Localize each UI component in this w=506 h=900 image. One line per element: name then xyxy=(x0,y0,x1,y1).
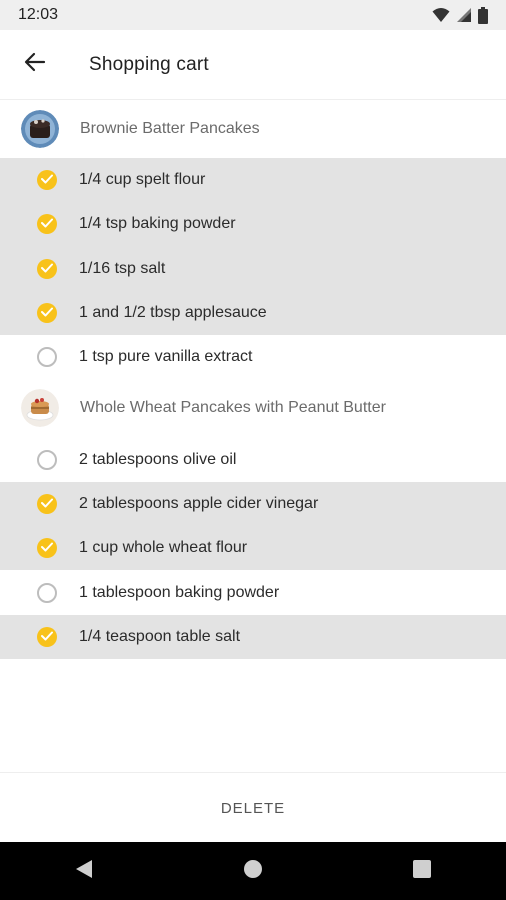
ingredient-row[interactable]: 1/4 cup spelt flour xyxy=(0,158,506,203)
peanut-butter-pancake-photo xyxy=(21,389,59,428)
ingredient-row[interactable]: 1/4 tsp baking powder xyxy=(0,202,506,247)
ingredient-label: 1 cup whole wheat flour xyxy=(79,539,248,557)
check-icon xyxy=(41,539,53,557)
ingredient-row[interactable]: 1 and 1/2 tbsp applesauce xyxy=(0,290,506,336)
ingredient-label: 2 tablespoons olive oil xyxy=(79,450,237,468)
checkbox-checked[interactable] xyxy=(37,214,57,235)
recipe-title: Whole Wheat Pancakes with Peanut Butter xyxy=(80,399,386,417)
ingredient-label: 1 tsp pure vanilla extract xyxy=(79,348,253,366)
checkbox-checked[interactable] xyxy=(37,493,57,514)
back-button[interactable] xyxy=(0,30,70,100)
nav-back-icon xyxy=(74,858,94,885)
recipe-header[interactable]: Whole Wheat Pancakes with Peanut Butter xyxy=(0,379,506,438)
checkbox-checked[interactable] xyxy=(37,303,57,324)
nav-back-button[interactable] xyxy=(54,846,114,896)
ingredient-label: 1/16 tsp salt xyxy=(79,259,166,277)
ingredient-row[interactable]: 1/16 tsp salt xyxy=(0,246,506,291)
ingredient-label: 1/4 teaspoon table salt xyxy=(79,627,241,645)
system-nav-bar xyxy=(0,842,506,900)
ingredient-label: 1/4 tsp baking powder xyxy=(79,215,236,233)
ingredient-label: 2 tablespoons apple cider vinegar xyxy=(79,494,319,512)
bottom-action-bar: DELETE xyxy=(0,772,506,843)
checkbox-checked[interactable] xyxy=(37,538,57,559)
page-title: Shopping cart xyxy=(89,53,209,75)
ingredient-label: 1/4 cup spelt flour xyxy=(79,171,206,189)
checkbox-checked[interactable] xyxy=(37,626,57,647)
recipe-header[interactable]: Brownie Batter Pancakes xyxy=(0,100,506,158)
brownie-pancake-photo xyxy=(21,110,59,148)
ingredient-row[interactable]: 1 cup whole wheat flour xyxy=(0,526,506,571)
cart-list: Brownie Batter Pancakes 1/4 cup spelt fl… xyxy=(0,100,506,659)
check-icon xyxy=(41,628,53,646)
check-icon xyxy=(41,260,53,278)
checkbox-unchecked[interactable] xyxy=(37,449,57,470)
app-bar: Shopping cart xyxy=(0,30,506,100)
wifi-icon xyxy=(432,7,450,23)
arrow-left-icon xyxy=(24,51,46,78)
nav-recents-button[interactable] xyxy=(392,846,452,896)
nav-recents-icon xyxy=(412,859,431,883)
check-icon xyxy=(41,215,53,233)
ingredient-row[interactable]: 2 tablespoons apple cider vinegar xyxy=(0,481,506,527)
check-icon xyxy=(41,304,53,322)
checkbox-checked[interactable] xyxy=(37,258,57,279)
checkbox-unchecked[interactable] xyxy=(37,347,57,368)
delete-button[interactable]: DELETE xyxy=(201,790,305,827)
ingredient-label: 1 tablespoon baking powder xyxy=(79,583,280,601)
recipe-title: Brownie Batter Pancakes xyxy=(80,120,260,137)
nav-home-button[interactable] xyxy=(223,846,283,896)
check-icon xyxy=(41,171,53,189)
ingredient-label: 1 and 1/2 tbsp applesauce xyxy=(79,304,267,322)
nav-home-icon xyxy=(243,859,263,884)
ingredient-row[interactable]: 1/4 teaspoon table salt xyxy=(0,614,506,659)
ingredient-row[interactable]: 1 tablespoon baking powder xyxy=(0,570,506,614)
checkbox-unchecked[interactable] xyxy=(37,582,57,603)
checkbox-checked[interactable] xyxy=(37,170,57,191)
ingredient-row[interactable]: 1 tsp pure vanilla extract xyxy=(0,335,506,379)
status-icons xyxy=(432,6,488,24)
battery-icon xyxy=(478,6,488,24)
signal-icon xyxy=(456,7,472,23)
check-icon xyxy=(41,495,53,513)
status-time: 12:03 xyxy=(18,6,59,23)
ingredient-row[interactable]: 2 tablespoons olive oil xyxy=(0,437,506,481)
status-bar: 12:03 xyxy=(0,0,506,30)
